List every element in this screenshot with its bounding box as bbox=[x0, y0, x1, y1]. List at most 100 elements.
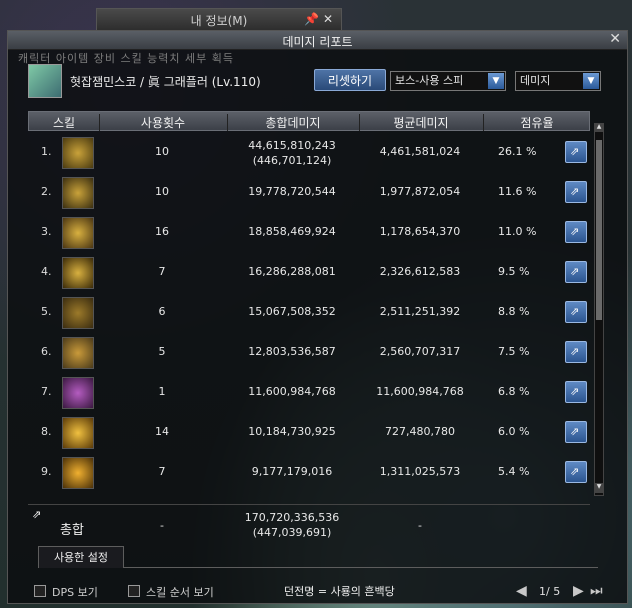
skill-icon bbox=[62, 417, 94, 449]
uses-cell: 14 bbox=[155, 425, 169, 438]
avg-cell: 2,511,251,392 bbox=[379, 305, 461, 318]
avg-cell: 11,600,984,768 bbox=[376, 385, 464, 398]
metric-dropdown[interactable]: 데미지 ▼ bbox=[515, 71, 601, 91]
table-header: 스킬 사용횟수 총합데미지 평균데미지 점유율 bbox=[28, 111, 590, 131]
close-icon[interactable]: ✕ bbox=[609, 31, 621, 47]
skill-icon bbox=[62, 297, 94, 329]
avg-cell: 1,178,654,370 bbox=[379, 225, 461, 238]
chevron-down-icon[interactable]: ▼ bbox=[583, 73, 599, 89]
share-button[interactable]: ⇗ bbox=[565, 381, 587, 403]
skill-order-checkbox[interactable] bbox=[128, 585, 140, 597]
skill-icon bbox=[62, 137, 94, 169]
row-number: 3. bbox=[41, 225, 52, 238]
scrollbar[interactable] bbox=[594, 131, 604, 496]
share-button[interactable]: ⇗ bbox=[565, 221, 587, 243]
uses-cell: 10 bbox=[155, 145, 169, 158]
total-cell: 44,615,810,243 bbox=[248, 139, 336, 152]
table-row: 6. 5 12,803,536,587 2,560,707,317 7.5 % ⇗ bbox=[28, 333, 590, 373]
row-number: 6. bbox=[41, 345, 52, 358]
total-cell: 15,067,508,352 bbox=[248, 305, 336, 318]
share-icon: ⇗ bbox=[570, 185, 580, 198]
title-bar[interactable]: 데미지 리포트 ✕ bbox=[8, 31, 627, 50]
avg-cell: 1,311,025,573 bbox=[379, 465, 461, 478]
share-icon: ⇗ bbox=[570, 345, 580, 358]
skill-icon bbox=[62, 337, 94, 369]
table-row: 2. 10 19,778,720,544 1,977,872,054 11.6 % ⇗ bbox=[28, 173, 590, 213]
dps-label: DPS 보기 bbox=[52, 586, 98, 599]
avg-cell: 2,326,612,583 bbox=[379, 265, 461, 278]
total-cell: 10,184,730,925 bbox=[248, 425, 336, 438]
uses-cell: 5 bbox=[158, 345, 166, 358]
skill-icon bbox=[62, 257, 94, 289]
row-number: 1. bbox=[41, 145, 52, 158]
avg-cell: 727,480,780 bbox=[385, 425, 455, 438]
table-row: 7. 1 11,600,984,768 11,600,984,768 6.8 % ⇗ bbox=[28, 373, 590, 413]
total-cell: 19,778,720,544 bbox=[248, 185, 336, 198]
scrollbar-thumb[interactable] bbox=[596, 140, 602, 320]
skill-icon bbox=[62, 457, 94, 489]
damage-report-window: 데미지 리포트 ✕ 캐릭터 아이템 장비 스킬 능력치 세부 획득 혓잡잼민스코… bbox=[7, 30, 628, 604]
row-number: 7. bbox=[41, 385, 52, 398]
total-damage-sub: (447,039,691) bbox=[252, 526, 332, 539]
share-icon: ⇗ bbox=[570, 385, 580, 398]
dps-checkbox[interactable] bbox=[34, 585, 46, 597]
uses-cell: 7 bbox=[158, 265, 166, 278]
uses-cell: 16 bbox=[155, 225, 169, 238]
share-icon: ⇗ bbox=[570, 425, 580, 438]
uses-cell: 1 bbox=[158, 385, 166, 398]
header-avg: 평균데미지 bbox=[359, 114, 484, 131]
total-sub-cell: (446,701,124) bbox=[252, 154, 332, 167]
share-icon: ⇗ bbox=[570, 145, 580, 158]
last-page-icon[interactable]: ⏭ bbox=[590, 583, 603, 599]
total-cell: 18,858,469,924 bbox=[248, 225, 336, 238]
row-number: 8. bbox=[41, 425, 52, 438]
bottom-bar: DPS 보기 스킬 순서 보기 던전명 = 사룡의 흔백당 ◀ 1/ 5 ▶ ⏭ bbox=[8, 581, 629, 603]
total-cell: 9,177,179,016 bbox=[251, 465, 333, 478]
chevron-down-icon[interactable]: ▼ bbox=[488, 73, 504, 89]
tab-used-settings[interactable]: 사용한 설정 bbox=[38, 546, 124, 568]
reset-button[interactable]: 리셋하기 bbox=[314, 69, 386, 91]
scroll-down-icon[interactable]: ▼ bbox=[594, 483, 604, 493]
share-button[interactable]: ⇗ bbox=[565, 301, 587, 323]
share-button[interactable]: ⇗ bbox=[565, 461, 587, 483]
table-row: 1. 10 44,615,810,243 (446,701,124) 4,461,581… bbox=[28, 133, 590, 173]
row-number: 2. bbox=[41, 185, 52, 198]
uses-cell: 10 bbox=[155, 185, 169, 198]
tab-divider bbox=[124, 567, 598, 568]
metric-dropdown-value: 데미지 bbox=[520, 74, 551, 87]
share-icon: ⇗ bbox=[32, 508, 42, 521]
total-cell: 11,600,984,768 bbox=[248, 385, 336, 398]
share-icon: ⇗ bbox=[570, 265, 580, 278]
pin-icon[interactable]: 📌 ✕ bbox=[304, 12, 333, 26]
character-name: 혓잡잼민스코 / 眞 그래플러 (Lv.110) bbox=[70, 75, 261, 89]
share-button[interactable]: ⇗ bbox=[565, 141, 587, 163]
total-label: 총합 bbox=[60, 523, 84, 538]
skill-icon bbox=[62, 177, 94, 209]
my-info-window: 내 정보(M) 📌 ✕ bbox=[96, 8, 342, 32]
total-cell: 12,803,536,587 bbox=[248, 345, 336, 358]
table-row: 5. 6 15,067,508,352 2,511,251,392 8.8 % ⇗ bbox=[28, 293, 590, 333]
share-button[interactable]: ⇗ bbox=[565, 421, 587, 443]
share-button[interactable]: ⇗ bbox=[565, 341, 587, 363]
target-dropdown[interactable]: 보스-사용 스피 ▼ bbox=[390, 71, 506, 91]
share-button[interactable]: ⇗ bbox=[565, 261, 587, 283]
dungeon-name: 던전명 = 사룡의 흔백당 bbox=[284, 585, 395, 598]
scroll-up-icon[interactable]: ▲ bbox=[594, 123, 604, 131]
row-number: 9. bbox=[41, 465, 52, 478]
header-share: 점유율 bbox=[520, 116, 554, 130]
table-row: 9. 7 9,177,179,016 1,311,025,573 5.4 % ⇗ bbox=[28, 453, 590, 493]
uses-cell: 7 bbox=[158, 465, 166, 478]
window-title: 데미지 리포트 bbox=[282, 35, 353, 49]
uses-cell: 6 bbox=[158, 305, 166, 318]
total-cell: 16,286,288,081 bbox=[248, 265, 336, 278]
row-number: 4. bbox=[41, 265, 52, 278]
prev-page-icon[interactable]: ◀ bbox=[516, 583, 527, 599]
share-icon: ⇗ bbox=[570, 465, 580, 478]
total-uses: - bbox=[160, 519, 164, 532]
share-button[interactable]: ⇗ bbox=[565, 181, 587, 203]
table-row: 3. 16 18,858,469,924 1,178,654,370 11.0 % ⇗ bbox=[28, 213, 590, 253]
share-icon: ⇗ bbox=[570, 225, 580, 238]
avg-cell: 1,977,872,054 bbox=[379, 185, 461, 198]
next-page-icon[interactable]: ▶ bbox=[573, 583, 584, 599]
total-avg: - bbox=[418, 519, 422, 532]
